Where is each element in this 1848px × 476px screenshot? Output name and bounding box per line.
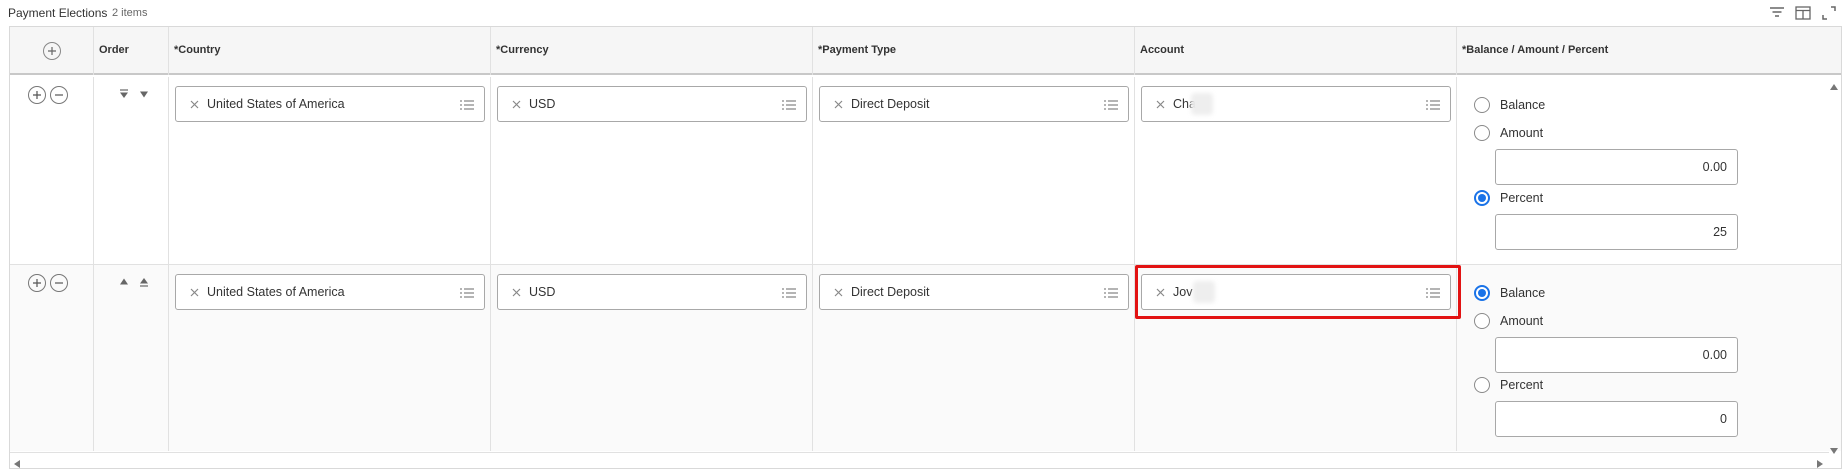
- allocation-cell: Balance Amount 0.00 Percent 25: [1457, 77, 1829, 264]
- add-row-icon[interactable]: [28, 274, 46, 292]
- item-count: 2 items: [112, 7, 148, 19]
- list-icon[interactable]: [1103, 286, 1119, 300]
- column-header-balance-amount-percent[interactable]: *Balance / Amount / Percent: [1457, 27, 1829, 75]
- add-row-icon[interactable]: [42, 42, 61, 60]
- move-down-icon[interactable]: [138, 88, 150, 100]
- balance-radio[interactable]: [1474, 97, 1490, 113]
- country-prompt[interactable]: United States of America: [175, 274, 485, 310]
- amount-input[interactable]: 0.00: [1495, 337, 1738, 373]
- column-header-payment-type[interactable]: *Payment Type: [813, 27, 1135, 75]
- move-up-icon[interactable]: [118, 276, 130, 288]
- percent-label: Percent: [1500, 378, 1544, 392]
- table-row: United States of America USD Direct Depo…: [10, 77, 1841, 265]
- country-value: United States of America: [207, 97, 345, 111]
- balance-label: Balance: [1500, 286, 1546, 300]
- amount-radio[interactable]: [1474, 125, 1490, 141]
- balance-label: Balance: [1500, 98, 1546, 112]
- list-icon[interactable]: [1425, 98, 1441, 112]
- percent-input[interactable]: 25: [1495, 214, 1738, 250]
- amount-option[interactable]: Amount: [1474, 313, 1543, 329]
- amount-option[interactable]: Amount: [1474, 125, 1543, 141]
- clear-icon[interactable]: [510, 98, 522, 110]
- remove-row-icon[interactable]: [50, 274, 68, 292]
- vertical-scrollbar[interactable]: [1827, 77, 1841, 455]
- list-icon[interactable]: [459, 286, 475, 300]
- balance-option[interactable]: Balance: [1474, 285, 1545, 301]
- add-row-header-cell: [10, 27, 94, 75]
- list-icon[interactable]: [781, 98, 797, 112]
- amount-label: Amount: [1500, 126, 1544, 140]
- country-cell: United States of America: [169, 265, 491, 451]
- list-icon[interactable]: [1103, 98, 1119, 112]
- clear-icon[interactable]: [1154, 98, 1166, 110]
- add-row-icon[interactable]: [28, 86, 46, 104]
- grid-title: Payment Elections: [8, 6, 108, 20]
- amount-radio[interactable]: [1474, 313, 1490, 329]
- percent-radio[interactable]: [1474, 377, 1490, 393]
- currency-value: USD: [529, 97, 556, 111]
- balance-radio[interactable]: [1474, 285, 1490, 301]
- clear-icon[interactable]: [832, 286, 844, 298]
- country-value: United States of America: [207, 285, 345, 299]
- table-row: United States of America USD Direct Depo…: [10, 265, 1841, 451]
- payment-elections-grid: Order *Country *Currency *Payment Type A…: [9, 26, 1842, 469]
- redacted-text: [1191, 93, 1213, 115]
- percent-input[interactable]: 0: [1495, 401, 1738, 437]
- column-header-row: Order *Country *Currency *Payment Type A…: [10, 27, 1841, 75]
- order-cell: [94, 77, 169, 264]
- horizontal-scrollbar[interactable]: [10, 452, 1829, 468]
- amount-label: Amount: [1500, 314, 1544, 328]
- payment-type-prompt[interactable]: Direct Deposit: [819, 86, 1129, 122]
- payment-type-cell: Direct Deposit: [813, 265, 1135, 451]
- grid-header: Payment Elections 2 items: [0, 0, 1848, 24]
- clear-icon[interactable]: [832, 98, 844, 110]
- percent-option[interactable]: Percent: [1474, 190, 1543, 206]
- currency-prompt[interactable]: USD: [497, 274, 807, 310]
- column-header-order[interactable]: Order: [94, 27, 169, 75]
- payment-type-cell: Direct Deposit: [813, 77, 1135, 264]
- allocation-cell: Balance Amount 0.00 Percent 0: [1457, 265, 1829, 451]
- order-cell: [94, 265, 169, 451]
- list-icon[interactable]: [459, 98, 475, 112]
- percent-option[interactable]: Percent: [1474, 377, 1543, 393]
- currency-cell: USD: [491, 265, 813, 451]
- amount-input[interactable]: 0.00: [1495, 149, 1738, 185]
- remove-row-icon[interactable]: [50, 86, 68, 104]
- filter-icon[interactable]: [1768, 4, 1786, 22]
- move-to-bottom-icon[interactable]: [118, 88, 130, 100]
- country-prompt[interactable]: United States of America: [175, 86, 485, 122]
- balance-option[interactable]: Balance: [1474, 97, 1545, 113]
- row-actions-cell: [10, 265, 94, 451]
- move-to-top-icon[interactable]: [138, 276, 150, 288]
- percent-radio[interactable]: [1474, 190, 1490, 206]
- payment-type-prompt[interactable]: Direct Deposit: [819, 274, 1129, 310]
- column-header-currency[interactable]: *Currency: [491, 27, 813, 75]
- scroll-right-icon[interactable]: [1815, 456, 1825, 468]
- account-cell: Cha: [1135, 77, 1457, 264]
- scroll-left-icon[interactable]: [12, 456, 22, 468]
- currency-cell: USD: [491, 77, 813, 264]
- currency-prompt[interactable]: USD: [497, 86, 807, 122]
- row-actions-cell: [10, 77, 94, 264]
- clear-icon[interactable]: [188, 286, 200, 298]
- list-icon[interactable]: [781, 286, 797, 300]
- percent-label: Percent: [1500, 191, 1544, 205]
- clear-icon[interactable]: [188, 98, 200, 110]
- scroll-down-icon[interactable]: [1829, 443, 1839, 454]
- payment-type-value: Direct Deposit: [851, 97, 930, 111]
- column-header-account[interactable]: Account: [1135, 27, 1457, 75]
- column-chooser-icon[interactable]: [1794, 4, 1812, 22]
- scroll-up-icon[interactable]: [1829, 79, 1839, 90]
- highlight-box: [1135, 265, 1461, 319]
- payment-type-value: Direct Deposit: [851, 285, 930, 299]
- currency-value: USD: [529, 285, 556, 299]
- fullscreen-icon[interactable]: [1820, 4, 1838, 22]
- country-cell: United States of America: [169, 77, 491, 264]
- clear-icon[interactable]: [510, 286, 522, 298]
- column-header-country[interactable]: *Country: [169, 27, 491, 75]
- account-prompt[interactable]: Cha: [1141, 86, 1451, 122]
